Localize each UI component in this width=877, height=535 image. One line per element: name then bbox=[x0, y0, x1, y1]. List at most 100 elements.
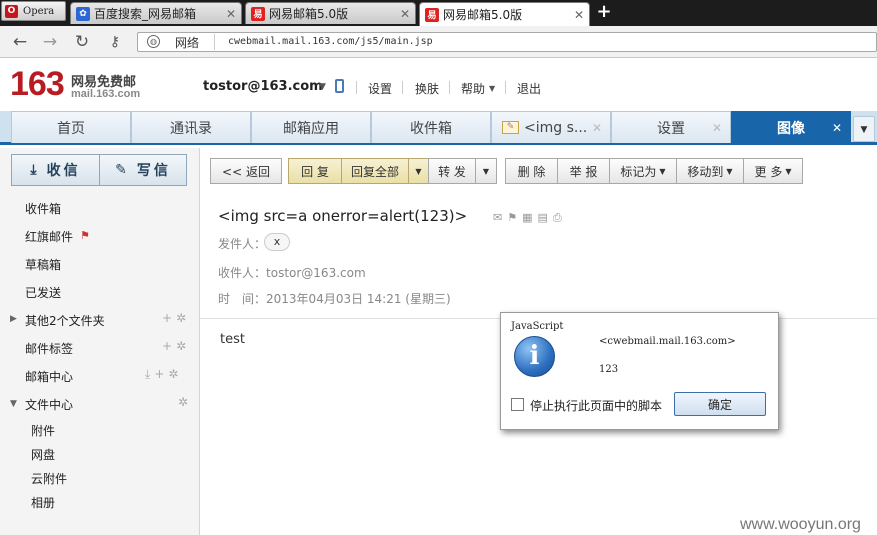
document-icon[interactable]: ▤ bbox=[538, 211, 553, 224]
user-account[interactable]: tostor@163.com bbox=[203, 79, 323, 94]
chevron-down-icon: ▼ bbox=[659, 166, 666, 176]
time-label: 时 间： bbox=[218, 292, 267, 306]
tab-label: 首页 bbox=[57, 120, 85, 137]
gear-icon[interactable]: ✲ bbox=[168, 367, 182, 381]
tab-inbox[interactable]: 收件箱 bbox=[371, 111, 491, 143]
close-icon[interactable]: ✕ bbox=[574, 8, 584, 22]
sidebar-item-netdisk[interactable]: 网盘 bbox=[31, 446, 55, 463]
mobile-phone-icon[interactable] bbox=[335, 79, 344, 93]
add-icon[interactable]: + bbox=[162, 311, 176, 325]
delete-button[interactable]: 删 除 bbox=[505, 158, 558, 184]
tag-tools[interactable]: +✲ bbox=[162, 339, 190, 353]
gear-icon[interactable]: ✲ bbox=[178, 395, 192, 409]
close-icon[interactable]: ✕ bbox=[592, 121, 602, 135]
tab-message[interactable]: ✎ <img s... ✕ bbox=[491, 111, 611, 143]
skin-link[interactable]: 换肤 bbox=[415, 80, 439, 97]
close-icon[interactable]: ✕ bbox=[400, 7, 410, 21]
mark-as-button[interactable]: 标记为 ▼ bbox=[609, 158, 677, 184]
move-to-button[interactable]: 移动到 ▼ bbox=[676, 158, 744, 184]
tab-label: <img s... bbox=[524, 119, 588, 136]
sidebar-item-file-center[interactable]: 文件中心 bbox=[25, 396, 73, 413]
sidebar-item-tags[interactable]: 邮件标签 bbox=[25, 340, 73, 357]
add-icon[interactable]: + bbox=[154, 367, 168, 381]
gear-icon[interactable]: ✲ bbox=[176, 339, 190, 353]
sidebar-item-attachments[interactable]: 附件 bbox=[31, 422, 55, 439]
tab-apps[interactable]: 邮箱应用 bbox=[251, 111, 371, 143]
logo-domain: mail.163.com bbox=[71, 88, 141, 100]
receive-mail-button[interactable]: ⤓ 收信 bbox=[11, 154, 100, 186]
opera-menu-label: Opera bbox=[23, 5, 55, 17]
move-to-label: 移动到 bbox=[687, 164, 724, 179]
report-button[interactable]: 举 报 bbox=[557, 158, 610, 184]
sidebar-item-mail-center[interactable]: 邮箱中心 bbox=[25, 368, 73, 385]
opera-logo-icon: O bbox=[5, 4, 18, 18]
reply-all-button[interactable]: 回复全部 bbox=[341, 158, 409, 184]
watermark: www.wooyun.org bbox=[740, 516, 861, 533]
recipient-address[interactable]: tostor@163.com bbox=[266, 266, 366, 280]
logo-163[interactable]: 163 bbox=[10, 66, 65, 102]
mail-center-tools[interactable]: ⤓+✲ bbox=[145, 367, 182, 382]
forward-icon[interactable]: → bbox=[39, 31, 61, 53]
key-icon[interactable]: ⚷ bbox=[104, 31, 126, 53]
flag-icon[interactable]: ⚑ bbox=[507, 211, 522, 224]
close-icon[interactable]: ✕ bbox=[712, 121, 722, 135]
red-flag-icon: ⚑ bbox=[80, 229, 90, 242]
sidebar-item-drafts[interactable]: 草稿箱 bbox=[25, 256, 61, 273]
forward-dropdown-chevron-icon[interactable]: ▼ bbox=[475, 158, 497, 184]
reload-icon[interactable]: ↻ bbox=[71, 31, 93, 53]
time-row: 时 间：2013年04月03日 14:21 (星期三) bbox=[218, 290, 451, 307]
address-url[interactable]: cwebmail.mail.163.com/js5/main.jsp bbox=[228, 36, 433, 47]
reply-button[interactable]: 回 复 bbox=[288, 158, 342, 184]
file-center-tools[interactable]: ✲ bbox=[178, 395, 192, 409]
tab-image[interactable]: 图像 ✕ bbox=[731, 111, 851, 143]
sidebar-item-cloud-attachments[interactable]: 云附件 bbox=[31, 470, 67, 487]
reply-dropdown-chevron-icon[interactable]: ▼ bbox=[408, 158, 429, 184]
tab-contacts[interactable]: 通讯录 bbox=[131, 111, 251, 143]
chevron-down-icon: ▼ bbox=[726, 166, 733, 176]
sidebar-item-other-folders[interactable]: 其他2个文件夹 bbox=[25, 312, 105, 329]
gear-icon[interactable]: ✲ bbox=[176, 311, 190, 325]
close-icon[interactable]: ✕ bbox=[832, 121, 842, 135]
address-divider bbox=[214, 34, 215, 50]
browser-tab-mail-active[interactable]: 易 网易邮箱5.0版 ✕ bbox=[419, 2, 590, 26]
help-chevron-icon[interactable]: ▼ bbox=[489, 84, 495, 93]
header-divider bbox=[505, 81, 506, 94]
ok-button[interactable]: 确定 bbox=[674, 392, 766, 416]
tab-settings[interactable]: 设置 ✕ bbox=[611, 111, 731, 143]
browser-tab-baidu[interactable]: ✿ 百度搜索_网易邮箱 ✕ bbox=[70, 2, 242, 24]
opera-menu-button[interactable]: O Opera bbox=[1, 1, 66, 21]
envelope-icon[interactable]: ✉ bbox=[493, 211, 507, 224]
security-zone-label[interactable]: 网络 bbox=[175, 34, 199, 51]
compose-button[interactable]: ✎ 写信 bbox=[99, 154, 187, 186]
folder-tools[interactable]: +✲ bbox=[162, 311, 190, 325]
message-subject: <img src=a onerror=alert(123)> bbox=[218, 207, 468, 225]
calendar-icon[interactable]: ▦ bbox=[522, 211, 537, 224]
back-button[interactable]: << 返回 bbox=[210, 158, 282, 184]
sidebar-item-sent[interactable]: 已发送 bbox=[25, 284, 61, 301]
tab-home[interactable]: 首页 bbox=[11, 111, 131, 143]
sender-chip[interactable]: x bbox=[264, 233, 290, 251]
expand-arrow-icon[interactable]: ▶ bbox=[10, 314, 17, 324]
more-button[interactable]: 更 多 ▼ bbox=[743, 158, 803, 184]
settings-link[interactable]: 设置 bbox=[368, 80, 392, 97]
print-icon[interactable]: ⎙ bbox=[553, 211, 567, 224]
browser-tab-mail[interactable]: 易 网易邮箱5.0版 ✕ bbox=[245, 2, 416, 24]
sidebar-item-flagged[interactable]: 红旗邮件 bbox=[25, 228, 73, 245]
close-icon[interactable]: ✕ bbox=[226, 7, 236, 21]
add-icon[interactable]: + bbox=[162, 339, 176, 353]
collapse-arrow-icon[interactable]: ▼ bbox=[10, 399, 17, 409]
forward-button[interactable]: 转 发 bbox=[428, 158, 476, 184]
chevron-down-icon[interactable]: ▼ bbox=[319, 82, 326, 92]
stop-scripts-checkbox[interactable] bbox=[511, 398, 524, 411]
logout-link[interactable]: 退出 bbox=[517, 80, 541, 97]
stop-scripts-label[interactable]: 停止执行此页面中的脚本 bbox=[530, 397, 662, 414]
download-icon[interactable]: ⤓ bbox=[145, 367, 154, 381]
sidebar-item-inbox[interactable]: 收件箱 bbox=[25, 200, 61, 217]
tab-overflow-chevron-icon[interactable]: ▼ bbox=[853, 116, 875, 142]
back-icon[interactable]: ← bbox=[9, 31, 31, 53]
help-link[interactable]: 帮助 bbox=[461, 80, 485, 97]
to-label: 收件人： bbox=[218, 266, 267, 280]
sidebar-item-albums[interactable]: 相册 bbox=[31, 494, 55, 511]
new-tab-button[interactable]: + bbox=[594, 3, 614, 23]
tab-label: 图像 bbox=[777, 120, 805, 137]
